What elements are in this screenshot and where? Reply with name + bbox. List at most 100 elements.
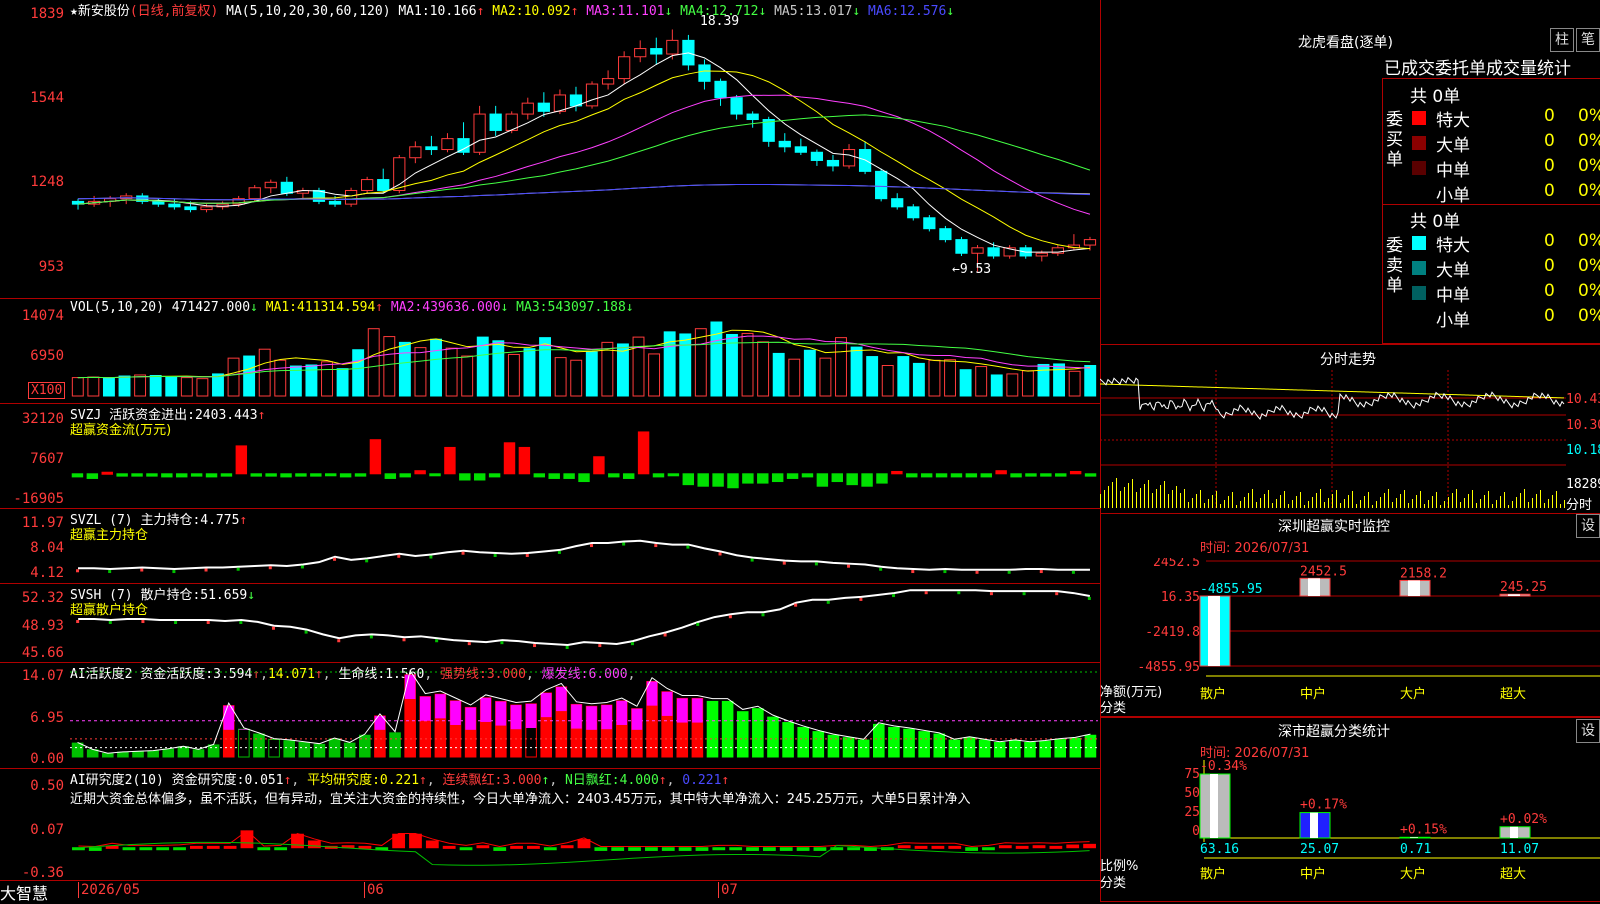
series-line	[78, 589, 1091, 646]
intraday-vol-bar	[1140, 488, 1141, 508]
row-count: 0	[1544, 281, 1555, 301]
bar	[965, 473, 978, 478]
tick-mark	[369, 635, 373, 639]
intraday-vol-bar	[1500, 496, 1501, 508]
bar	[518, 446, 531, 475]
intraday-vol-bar	[1388, 489, 1389, 508]
bar-view-button[interactable]: 柱	[1550, 28, 1574, 52]
candle-body	[730, 97, 743, 115]
intraday-vol-bar	[1124, 487, 1125, 508]
candle-body	[810, 151, 824, 161]
svsh-line[interactable]	[70, 584, 1098, 660]
magenta-top	[510, 705, 522, 730]
bar	[507, 353, 520, 397]
tick-mark	[204, 568, 208, 572]
bar	[414, 470, 426, 475]
ai-active-bars[interactable]	[70, 662, 1098, 767]
ai-research-l3: 连续飘红:	[442, 773, 503, 788]
bar	[965, 847, 979, 851]
intraday-vol-bar	[1128, 483, 1129, 508]
bar	[682, 473, 695, 486]
series-line	[78, 539, 1090, 571]
intraday-vol-bar	[1112, 482, 1113, 508]
bar	[729, 847, 743, 851]
intraday-vol-bar	[1184, 489, 1185, 508]
bar	[712, 473, 724, 487]
bar	[206, 845, 220, 849]
classify-settings-button[interactable]: 设	[1576, 719, 1600, 743]
svzj-bars[interactable]	[70, 418, 1098, 506]
volume-bars[interactable]	[70, 318, 1098, 400]
intraday-vol-bar	[1172, 490, 1173, 508]
bar	[1055, 473, 1067, 477]
tick-view-button[interactable]: 笔	[1576, 28, 1600, 52]
bar	[881, 365, 894, 397]
classify-chart[interactable]: 75 50 25 0 -0.34% 63.16 散户 +0.17% 25.07 中户 +0.15% 0…	[1100, 760, 1600, 900]
intraday-vol-bar	[1484, 495, 1485, 508]
bar	[190, 473, 203, 477]
candle-body	[377, 179, 390, 191]
intraday-vol-bar	[1280, 495, 1281, 508]
row-name: 小单	[1436, 186, 1470, 206]
candlestick-chart[interactable]	[70, 16, 1098, 298]
intraday-vol-bar	[1356, 504, 1357, 508]
intraday-vol-bar	[1444, 501, 1445, 508]
bar	[679, 333, 692, 397]
intraday-vol-bar	[1504, 492, 1505, 508]
intraday-vol-bar	[1208, 499, 1209, 508]
bar	[1024, 742, 1036, 758]
magenta-top	[480, 697, 492, 722]
monitor-title: 深圳超赢实时监控	[1278, 519, 1390, 535]
monitor-settings-button[interactable]: 设	[1576, 514, 1600, 538]
sell-total: 共 0单	[1410, 212, 1461, 232]
bar	[948, 739, 961, 758]
classify-xlabel: 分类	[1100, 876, 1127, 891]
ai-research-arrow: ↑	[283, 773, 292, 788]
ma-line	[77, 94, 1091, 215]
tick-mark	[271, 626, 275, 630]
monitor-category: 中户	[1300, 686, 1326, 702]
bar	[398, 341, 411, 397]
candle-body	[344, 189, 358, 205]
candle-body	[714, 80, 727, 99]
tick-mark	[1071, 570, 1075, 574]
lhb-subtitle: 已成交委托单成交量统计	[1384, 59, 1571, 79]
tick-mark	[108, 620, 112, 624]
intraday-vol-bar	[1352, 491, 1353, 508]
intraday-vol-bar	[1188, 502, 1189, 508]
classify-bar-highlight	[1510, 826, 1518, 838]
bar	[1015, 845, 1029, 849]
row-swatch	[1412, 261, 1426, 275]
bar	[982, 847, 995, 851]
row-count: 0	[1544, 181, 1555, 201]
vol-ma-arrow: ↑	[375, 300, 384, 315]
bar	[118, 375, 131, 397]
classify-bottom-value: 25.07	[1300, 842, 1339, 857]
intraday-vol-bar	[1496, 500, 1497, 508]
tick-mark	[663, 633, 667, 637]
ai-research-bars[interactable]	[70, 806, 1098, 880]
bar	[914, 845, 928, 849]
monitor-chart[interactable]: 2452.516.35-2419.8-4855.95-4855.95散户2452…	[1100, 558, 1600, 714]
monitor-time: 时间: 2026/07/31	[1200, 541, 1310, 556]
bar	[995, 470, 1007, 475]
candle-body	[248, 187, 261, 200]
tick-mark	[525, 553, 529, 557]
intraday-vol-bar	[1428, 500, 1429, 508]
bar	[1066, 844, 1080, 849]
intraday-vol-bar	[1220, 504, 1221, 508]
tick-mark	[402, 638, 406, 642]
row-name: 大单	[1436, 136, 1470, 156]
bar	[492, 340, 505, 397]
row-swatch	[1412, 136, 1426, 150]
bar	[139, 847, 153, 851]
bar	[712, 847, 726, 851]
tick-mark	[493, 553, 497, 557]
intraday-vol-bar	[1372, 505, 1373, 508]
bar	[931, 845, 945, 849]
intraday-chart[interactable]	[1100, 370, 1566, 510]
ai-research-v3-arrow: ↑	[541, 773, 550, 788]
intraday-vol-bar	[1292, 500, 1293, 508]
bar	[819, 357, 832, 397]
svzl-line[interactable]	[70, 509, 1098, 581]
